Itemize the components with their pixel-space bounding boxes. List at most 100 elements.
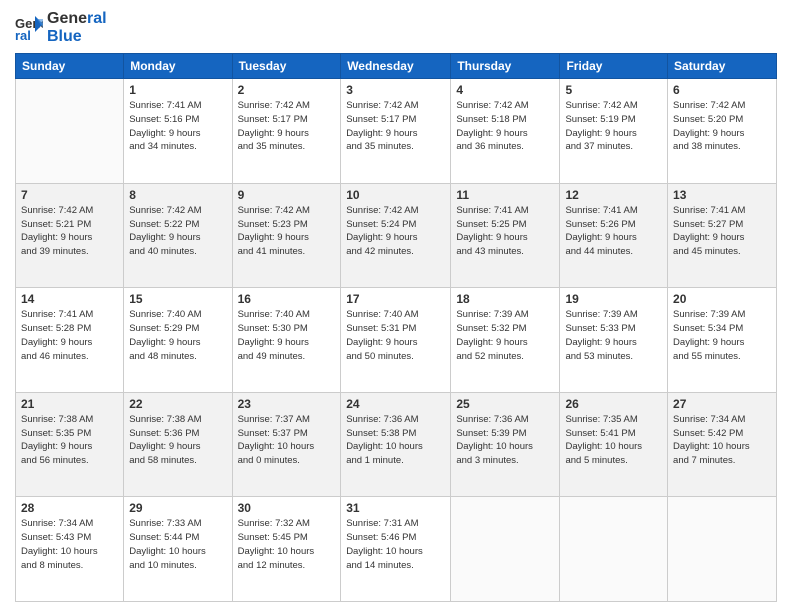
logo-general: General	[47, 10, 107, 28]
calendar-cell: 17 Sunrise: 7:40 AM Sunset: 5:31 PM Dayli…	[341, 288, 451, 393]
weekday-header-row: SundayMondayTuesdayWednesdayThursdayFrid…	[16, 54, 777, 79]
header: Gene ral General Blue	[15, 10, 777, 45]
day-number: 30	[238, 501, 336, 515]
calendar-cell: 13 Sunrise: 7:41 AM Sunset: 5:27 PM Dayli…	[668, 183, 777, 288]
day-info: Sunrise: 7:40 AM Sunset: 5:30 PM Dayligh…	[238, 308, 336, 363]
calendar-cell: 18 Sunrise: 7:39 AM Sunset: 5:32 PM Dayli…	[451, 288, 560, 393]
weekday-header-sunday: Sunday	[16, 54, 124, 79]
weekday-header-tuesday: Tuesday	[232, 54, 341, 79]
day-info: Sunrise: 7:42 AM Sunset: 5:24 PM Dayligh…	[346, 204, 445, 259]
week-row-3: 14Sunrise: 7:41 AM Sunset: 5:28 PM Dayli…	[16, 288, 777, 393]
day-number: 10	[346, 188, 445, 202]
day-number: 2	[238, 83, 336, 97]
calendar-cell	[16, 79, 124, 184]
day-info: Sunrise: 7:42 AM Sunset: 5:21 PM Dayligh…	[21, 204, 118, 259]
calendar-cell: 11 Sunrise: 7:41 AM Sunset: 5:25 PM Dayli…	[451, 183, 560, 288]
day-number: 20	[673, 292, 771, 306]
day-number: 9	[238, 188, 336, 202]
day-info: Sunrise: 7:40 AM Sunset: 5:31 PM Dayligh…	[346, 308, 445, 363]
day-info: Sunrise: 7:42 AM Sunset: 5:22 PM Dayligh…	[129, 204, 226, 259]
calendar-cell: 1 Sunrise: 7:41 AM Sunset: 5:16 PM Daylig…	[124, 79, 232, 184]
calendar-cell: 23Sunrise: 7:37 AM Sunset: 5:37 PM Dayli…	[232, 392, 341, 497]
calendar-cell: 25Sunrise: 7:36 AM Sunset: 5:39 PM Dayli…	[451, 392, 560, 497]
calendar-cell: 12 Sunrise: 7:41 AM Sunset: 5:26 PM Dayli…	[560, 183, 668, 288]
calendar-cell: 20 Sunrise: 7:39 AM Sunset: 5:34 PM Dayli…	[668, 288, 777, 393]
day-info: Sunrise: 7:38 AM Sunset: 5:35 PM Dayligh…	[21, 413, 118, 468]
calendar-cell: 7 Sunrise: 7:42 AM Sunset: 5:21 PM Daylig…	[16, 183, 124, 288]
calendar-cell: 9 Sunrise: 7:42 AM Sunset: 5:23 PM Daylig…	[232, 183, 341, 288]
day-info: Sunrise: 7:34 AM Sunset: 5:43 PM Dayligh…	[21, 517, 118, 572]
calendar-cell: 8 Sunrise: 7:42 AM Sunset: 5:22 PM Daylig…	[124, 183, 232, 288]
day-number: 26	[565, 397, 662, 411]
calendar-cell: 29Sunrise: 7:33 AM Sunset: 5:44 PM Dayli…	[124, 497, 232, 602]
day-number: 22	[129, 397, 226, 411]
day-number: 23	[238, 397, 336, 411]
calendar-cell: 10 Sunrise: 7:42 AM Sunset: 5:24 PM Dayli…	[341, 183, 451, 288]
week-row-4: 21 Sunrise: 7:38 AM Sunset: 5:35 PM Dayli…	[16, 392, 777, 497]
day-info: Sunrise: 7:42 AM Sunset: 5:20 PM Dayligh…	[673, 99, 771, 154]
calendar-cell: 6 Sunrise: 7:42 AM Sunset: 5:20 PM Daylig…	[668, 79, 777, 184]
calendar-cell	[668, 497, 777, 602]
day-info: Sunrise: 7:32 AM Sunset: 5:45 PM Dayligh…	[238, 517, 336, 572]
calendar-cell	[560, 497, 668, 602]
day-info: Sunrise: 7:39 AM Sunset: 5:34 PM Dayligh…	[673, 308, 771, 363]
svg-text:ral: ral	[15, 28, 31, 42]
day-info: Sunrise: 7:41 AM Sunset: 5:16 PM Dayligh…	[129, 99, 226, 154]
weekday-header-wednesday: Wednesday	[341, 54, 451, 79]
day-info: Sunrise: 7:41 AM Sunset: 5:26 PM Dayligh…	[565, 204, 662, 259]
calendar-cell: 30 Sunrise: 7:32 AM Sunset: 5:45 PM Dayli…	[232, 497, 341, 602]
calendar-cell: 3Sunrise: 7:42 AM Sunset: 5:17 PM Daylig…	[341, 79, 451, 184]
calendar-cell: 21 Sunrise: 7:38 AM Sunset: 5:35 PM Dayli…	[16, 392, 124, 497]
week-row-5: 28 Sunrise: 7:34 AM Sunset: 5:43 PM Dayli…	[16, 497, 777, 602]
day-number: 21	[21, 397, 118, 411]
day-info: Sunrise: 7:42 AM Sunset: 5:23 PM Dayligh…	[238, 204, 336, 259]
day-number: 7	[21, 188, 118, 202]
calendar-cell: 16 Sunrise: 7:40 AM Sunset: 5:30 PM Dayli…	[232, 288, 341, 393]
day-number: 5	[565, 83, 662, 97]
calendar-cell: 2 Sunrise: 7:42 AM Sunset: 5:17 PM Daylig…	[232, 79, 341, 184]
day-number: 24	[346, 397, 445, 411]
day-number: 25	[456, 397, 554, 411]
day-number: 14	[21, 292, 118, 306]
calendar-cell: 15Sunrise: 7:40 AM Sunset: 5:29 PM Dayli…	[124, 288, 232, 393]
day-info: Sunrise: 7:39 AM Sunset: 5:32 PM Dayligh…	[456, 308, 554, 363]
day-info: Sunrise: 7:34 AM Sunset: 5:42 PM Dayligh…	[673, 413, 771, 468]
day-number: 28	[21, 501, 118, 515]
calendar-cell: 31Sunrise: 7:31 AM Sunset: 5:46 PM Dayli…	[341, 497, 451, 602]
week-row-1: 1 Sunrise: 7:41 AM Sunset: 5:16 PM Daylig…	[16, 79, 777, 184]
day-number: 29	[129, 501, 226, 515]
day-number: 3	[346, 83, 445, 97]
day-number: 8	[129, 188, 226, 202]
day-number: 27	[673, 397, 771, 411]
week-row-2: 7 Sunrise: 7:42 AM Sunset: 5:21 PM Daylig…	[16, 183, 777, 288]
day-number: 18	[456, 292, 554, 306]
day-info: Sunrise: 7:31 AM Sunset: 5:46 PM Dayligh…	[346, 517, 445, 572]
day-info: Sunrise: 7:35 AM Sunset: 5:41 PM Dayligh…	[565, 413, 662, 468]
weekday-header-saturday: Saturday	[668, 54, 777, 79]
day-info: Sunrise: 7:41 AM Sunset: 5:25 PM Dayligh…	[456, 204, 554, 259]
weekday-header-friday: Friday	[560, 54, 668, 79]
day-number: 17	[346, 292, 445, 306]
calendar-cell: 27 Sunrise: 7:34 AM Sunset: 5:42 PM Dayli…	[668, 392, 777, 497]
day-number: 1	[129, 83, 226, 97]
day-info: Sunrise: 7:39 AM Sunset: 5:33 PM Dayligh…	[565, 308, 662, 363]
day-number: 12	[565, 188, 662, 202]
day-info: Sunrise: 7:42 AM Sunset: 5:17 PM Dayligh…	[238, 99, 336, 154]
weekday-header-monday: Monday	[124, 54, 232, 79]
calendar-cell: 19Sunrise: 7:39 AM Sunset: 5:33 PM Dayli…	[560, 288, 668, 393]
day-number: 4	[456, 83, 554, 97]
day-number: 6	[673, 83, 771, 97]
logo-blue: Blue	[47, 28, 107, 46]
calendar-cell: 4 Sunrise: 7:42 AM Sunset: 5:18 PM Daylig…	[451, 79, 560, 184]
logo: Gene ral General Blue	[15, 10, 107, 45]
day-number: 11	[456, 188, 554, 202]
calendar-cell: 28 Sunrise: 7:34 AM Sunset: 5:43 PM Dayli…	[16, 497, 124, 602]
day-number: 13	[673, 188, 771, 202]
day-info: Sunrise: 7:36 AM Sunset: 5:38 PM Dayligh…	[346, 413, 445, 468]
calendar-cell: 14Sunrise: 7:41 AM Sunset: 5:28 PM Dayli…	[16, 288, 124, 393]
day-info: Sunrise: 7:42 AM Sunset: 5:18 PM Dayligh…	[456, 99, 554, 154]
day-number: 16	[238, 292, 336, 306]
calendar-cell: 26 Sunrise: 7:35 AM Sunset: 5:41 PM Dayli…	[560, 392, 668, 497]
day-info: Sunrise: 7:41 AM Sunset: 5:27 PM Dayligh…	[673, 204, 771, 259]
day-info: Sunrise: 7:38 AM Sunset: 5:36 PM Dayligh…	[129, 413, 226, 468]
